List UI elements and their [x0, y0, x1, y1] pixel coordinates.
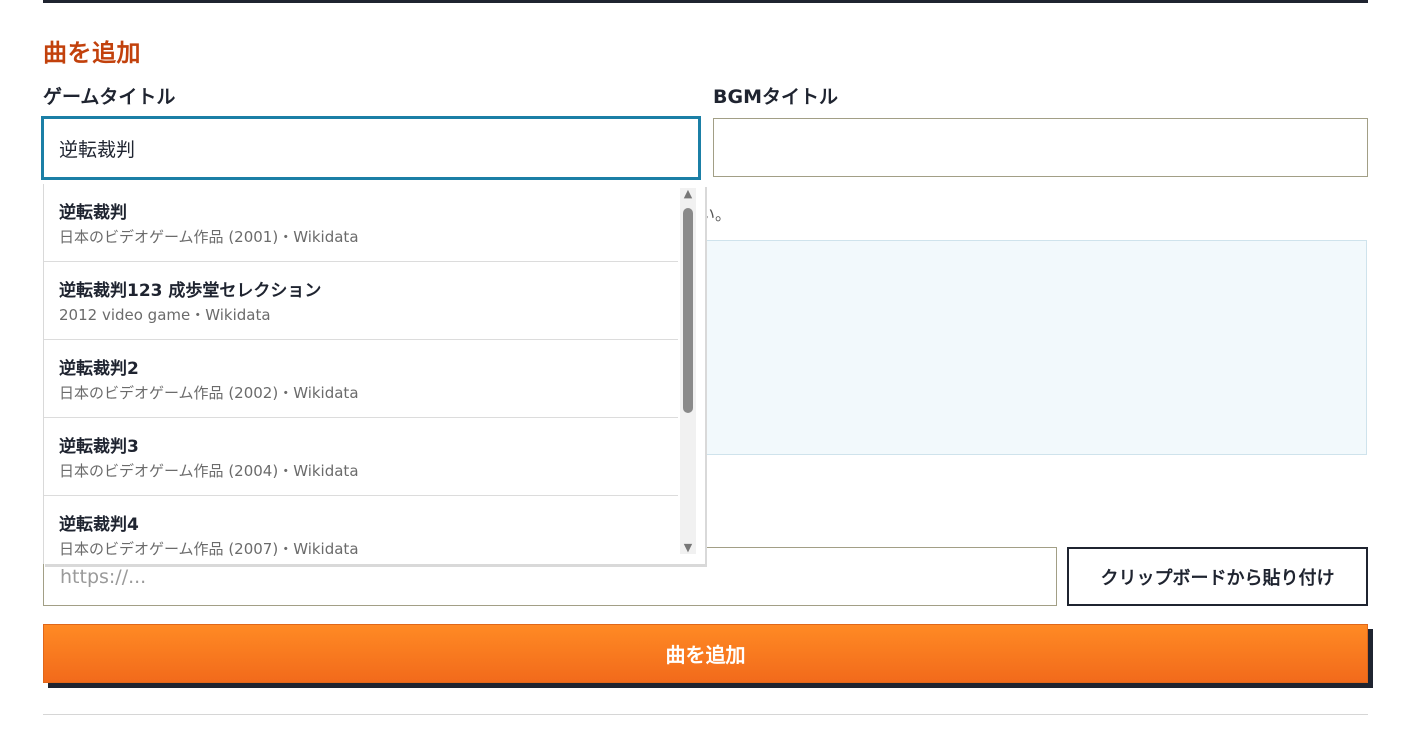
suggestion-item[interactable]: 逆転裁判3 日本のビデオゲーム作品 (2004)・Wikidata — [44, 418, 678, 496]
suggestion-item[interactable]: 逆転裁判4 日本のビデオゲーム作品 (2007)・Wikidata — [44, 496, 678, 564]
suggestion-item[interactable]: 逆転裁判 日本のビデオゲーム作品 (2001)・Wikidata — [44, 184, 678, 262]
game-title-label: ゲームタイトル — [43, 86, 176, 108]
section-title: 曲を追加 — [43, 39, 141, 67]
suggestion-item[interactable]: 逆転裁判123 成歩堂セレクション 2012 video game・Wikida… — [44, 262, 678, 340]
suggestion-item[interactable]: 逆転裁判2 日本のビデオゲーム作品 (2002)・Wikidata — [44, 340, 678, 418]
game-title-input[interactable] — [41, 116, 701, 180]
suggestion-description: 日本のビデオゲーム作品 (2001)・Wikidata — [59, 228, 359, 246]
suggestion-list: 逆転裁判 日本のビデオゲーム作品 (2001)・Wikidata 逆転裁判123… — [44, 184, 678, 564]
triangle-up-icon[interactable]: ▲ — [682, 188, 694, 200]
paste-from-clipboard-button[interactable]: クリップボードから貼り付け — [1067, 547, 1368, 606]
dropdown-scrollbar[interactable]: ▲ ▼ — [680, 188, 696, 554]
bottom-divider — [43, 714, 1368, 715]
scrollbar-thumb[interactable] — [683, 208, 693, 413]
add-song-page: 曲を追加 ゲームタイトル BGMタイトル い。 クリップボードから貼り付け 曲を… — [0, 0, 1407, 732]
triangle-down-icon[interactable]: ▼ — [682, 542, 694, 554]
suggestion-description: 日本のビデオゲーム作品 (2004)・Wikidata — [59, 462, 359, 480]
bgm-title-input[interactable] — [713, 118, 1368, 177]
autocomplete-dropdown: 逆転裁判 日本のビデオゲーム作品 (2001)・Wikidata 逆転裁判123… — [43, 184, 705, 564]
suggestion-title: 逆転裁判 — [59, 203, 127, 223]
suggestion-description: 日本のビデオゲーム作品 (2007)・Wikidata — [59, 540, 359, 558]
top-divider — [43, 0, 1368, 3]
info-panel — [690, 240, 1367, 455]
suggestion-title: 逆転裁判4 — [59, 515, 139, 535]
bgm-title-label: BGMタイトル — [713, 86, 838, 108]
suggestion-title: 逆転裁判2 — [59, 359, 139, 379]
suggestion-description: 日本のビデオゲーム作品 (2002)・Wikidata — [59, 384, 359, 402]
suggestion-title: 逆転裁判123 成歩堂セレクション — [59, 281, 322, 301]
submit-container: 曲を追加 — [43, 624, 1373, 688]
suggestion-title: 逆転裁判3 — [59, 437, 139, 457]
suggestion-description: 2012 video game・Wikidata — [59, 306, 271, 324]
add-song-button[interactable]: 曲を追加 — [43, 624, 1368, 683]
